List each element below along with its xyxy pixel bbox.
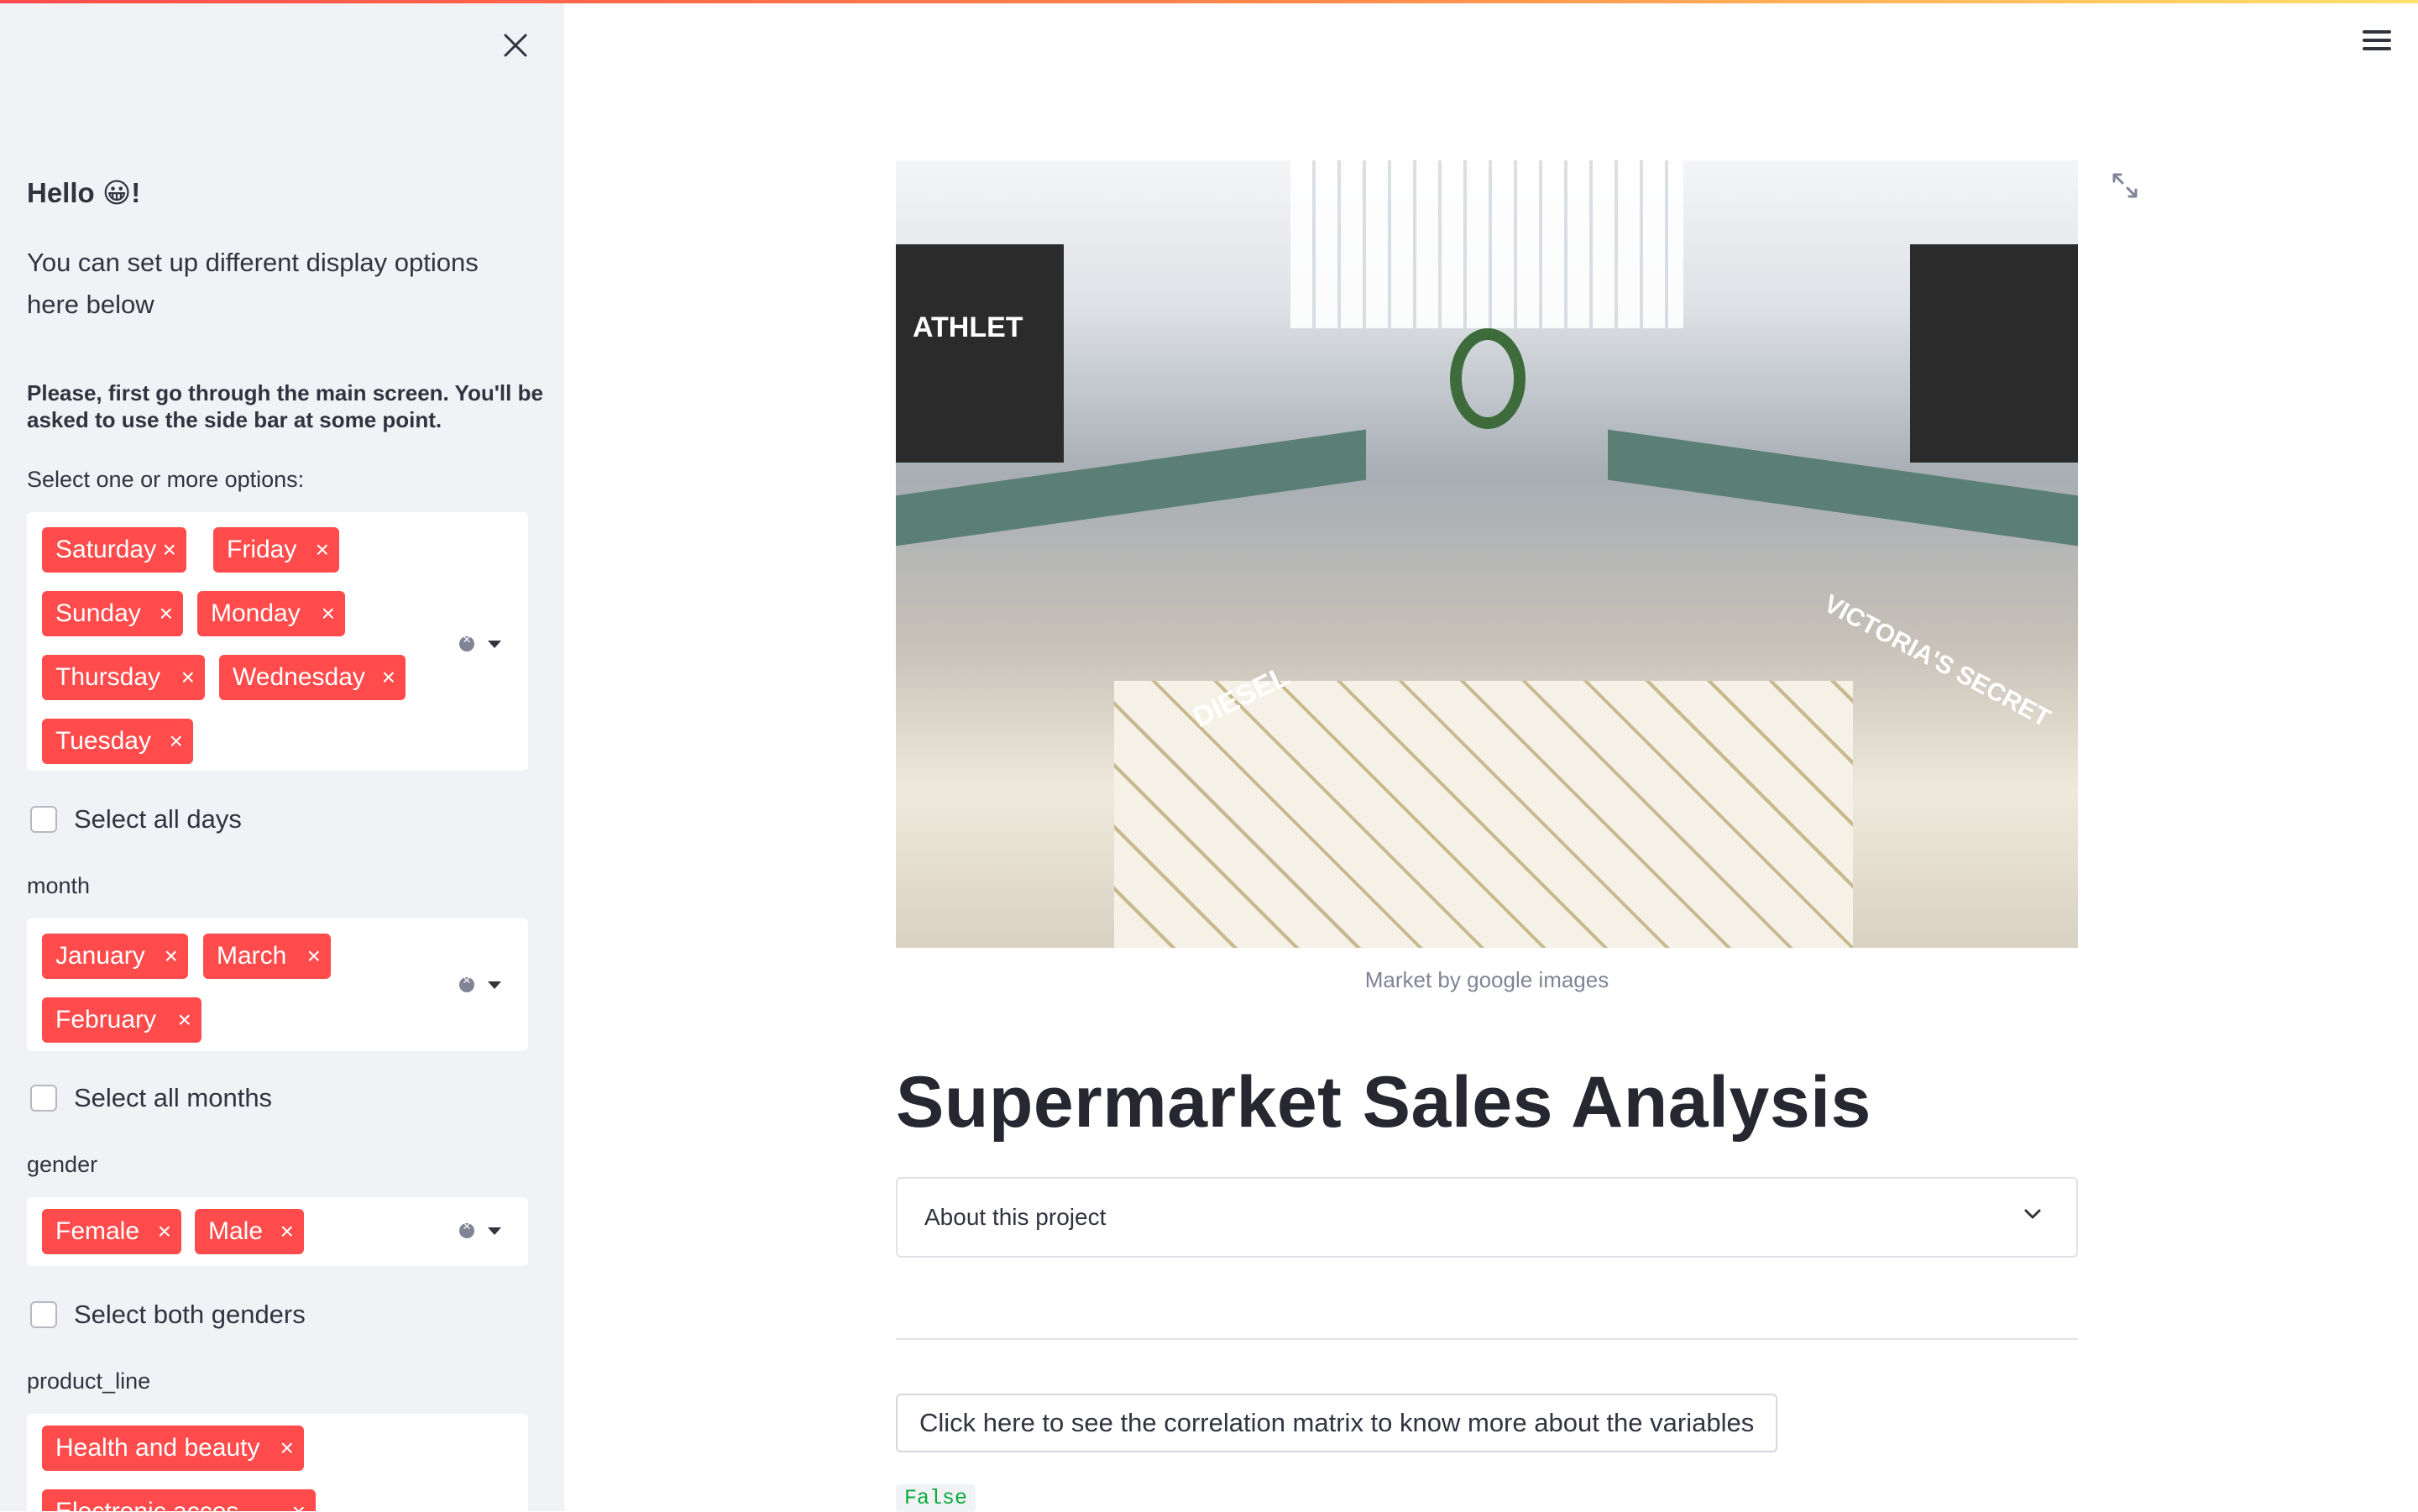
chip-label: February <box>55 1006 157 1033</box>
gender-select-label: gender <box>27 1152 98 1177</box>
select-both-genders-checkbox[interactable] <box>30 1301 57 1328</box>
fullscreen-expand-icon[interactable] <box>2111 171 2139 200</box>
select-all-days-checkbox[interactable] <box>30 806 57 833</box>
remove-chip-icon[interactable]: × <box>280 1209 294 1254</box>
storefront-left-graphic <box>896 244 1064 463</box>
hamburger-menu-icon[interactable] <box>2363 30 2391 52</box>
clear-all-icon[interactable] <box>459 1218 474 1238</box>
chip-label: Female <box>55 1217 140 1245</box>
chip-february[interactable]: February × <box>42 997 202 1043</box>
chip-label: Friday <box>227 536 297 563</box>
chip-health-and-beauty[interactable]: Health and beauty × <box>42 1426 304 1471</box>
chip-label: Saturday <box>55 536 157 563</box>
chip-label: Health and beauty <box>55 1434 260 1462</box>
remove-chip-icon[interactable]: × <box>178 997 191 1043</box>
expander-label: About this project <box>924 1204 1107 1230</box>
chip-saturday[interactable]: Saturday × <box>42 527 186 573</box>
remove-chip-icon[interactable]: × <box>382 655 395 700</box>
days-select-controls <box>459 631 506 655</box>
chip-monday[interactable]: Monday × <box>197 591 345 636</box>
remove-chip-icon[interactable]: × <box>165 934 178 979</box>
days-multiselect[interactable]: Saturday × Friday × Sunday × Monday × Thursd… <box>27 512 528 771</box>
chip-march[interactable]: March × <box>203 934 331 979</box>
remove-chip-icon[interactable]: × <box>322 591 335 636</box>
chip-male[interactable]: Male × <box>195 1209 304 1254</box>
chip-label: Electronic acces... <box>55 1498 259 1511</box>
select-all-months-label[interactable]: Select all months <box>74 1083 272 1113</box>
chip-label: January <box>55 942 145 970</box>
month-select-label: month <box>27 873 91 898</box>
divider <box>896 1338 2078 1340</box>
wreath-graphic <box>1450 328 1526 429</box>
select-all-days-label[interactable]: Select all days <box>74 804 242 834</box>
sidebar: Hello 😀! You can set up different displa… <box>0 3 564 1511</box>
chip-female[interactable]: Female × <box>42 1209 181 1254</box>
chip-tuesday[interactable]: Tuesday × <box>42 719 193 764</box>
month-select-controls <box>459 972 506 996</box>
remove-chip-icon[interactable]: × <box>158 1209 171 1254</box>
gender-select-controls <box>459 1218 506 1242</box>
dropdown-caret-icon[interactable] <box>488 981 501 989</box>
sidebar-greeting: Hello 😀! <box>27 177 141 208</box>
checkbox-state-output: False <box>896 1484 976 1512</box>
close-sidebar-icon[interactable] <box>500 30 531 60</box>
store-sign-victorias-secret: VICTORIA'S SECRET <box>1819 589 2055 733</box>
chip-thursday[interactable]: Thursday × <box>42 655 205 700</box>
chip-label: March <box>217 942 287 970</box>
sidebar-description: You can set up different display options… <box>27 248 479 319</box>
about-project-expander[interactable]: About this project <box>896 1177 2078 1258</box>
chip-label: Thursday <box>55 663 161 691</box>
chip-label: Sunday <box>55 599 141 627</box>
chip-label: Wednesday <box>233 663 365 691</box>
clear-all-icon[interactable] <box>459 631 474 651</box>
days-select-label: Select one or more options: <box>27 467 305 492</box>
chip-friday[interactable]: Friday × <box>213 527 339 573</box>
clear-all-icon[interactable] <box>459 972 474 992</box>
remove-chip-icon[interactable]: × <box>170 719 183 764</box>
remove-chip-icon[interactable]: × <box>160 591 173 636</box>
dropdown-caret-icon[interactable] <box>488 1227 501 1235</box>
chip-label: Male <box>208 1217 264 1245</box>
remove-chip-icon[interactable]: × <box>307 934 321 979</box>
chevron-down-icon <box>2024 1209 2041 1219</box>
remove-chip-icon[interactable]: × <box>163 527 176 573</box>
skylight-graphic <box>1290 160 1683 328</box>
dropdown-caret-icon[interactable] <box>488 641 501 648</box>
select-both-genders-label[interactable]: Select both genders <box>74 1300 306 1330</box>
month-multiselect[interactable]: January × March × February × <box>27 918 528 1051</box>
remove-chip-icon[interactable]: × <box>181 655 195 700</box>
chip-wednesday[interactable]: Wednesday × <box>219 655 406 700</box>
mall-hero-image: ATHLET DIESEL VICTORIA'S SECRET <box>896 160 2078 948</box>
remove-chip-icon[interactable]: × <box>280 1426 294 1471</box>
correlation-matrix-button[interactable]: Click here to see the correlation matrix… <box>896 1394 1778 1452</box>
page-title: Supermarket Sales Analysis <box>896 1062 1871 1143</box>
gender-multiselect[interactable]: Female × Male × <box>27 1197 528 1266</box>
chip-january[interactable]: January × <box>42 934 188 979</box>
store-sign-athleta: ATHLET <box>913 311 1023 343</box>
image-caption: Market by google images <box>1364 967 1609 992</box>
chip-label: Tuesday <box>55 727 151 755</box>
storefront-right-graphic <box>1910 244 2078 463</box>
chip-label: Monday <box>211 599 301 627</box>
select-all-months-checkbox[interactable] <box>30 1085 57 1112</box>
chip-electronic-accessories[interactable]: Electronic acces... × <box>42 1489 316 1511</box>
product-line-select-label: product_line <box>27 1368 151 1394</box>
product-line-multiselect[interactable]: Health and beauty × Electronic acces... × <box>27 1414 528 1511</box>
remove-chip-icon[interactable]: × <box>316 527 329 573</box>
chip-sunday[interactable]: Sunday × <box>42 591 183 636</box>
remove-chip-icon[interactable]: × <box>292 1489 306 1511</box>
sidebar-note: Please, first go through the main screen… <box>27 380 543 432</box>
